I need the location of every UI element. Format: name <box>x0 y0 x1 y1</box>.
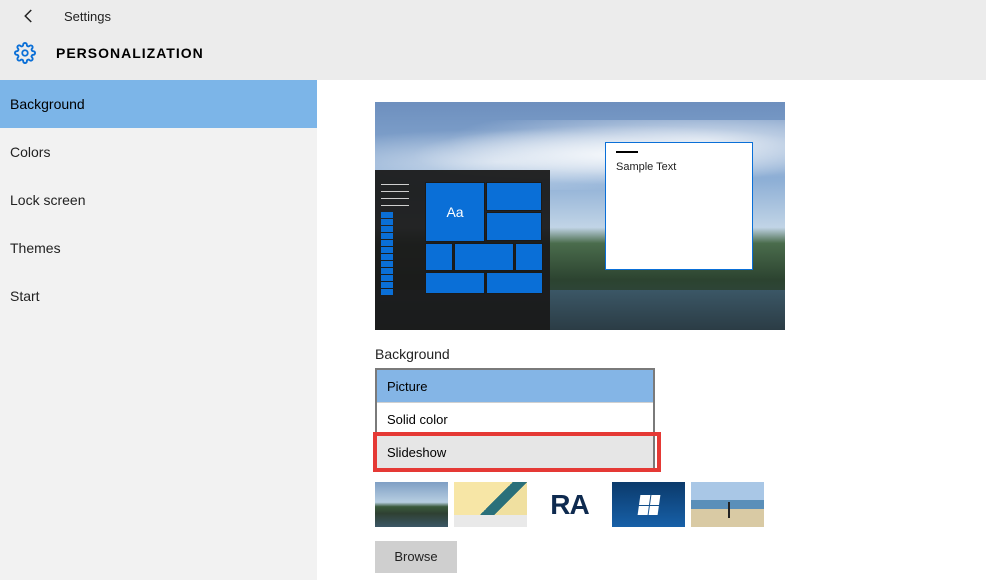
preview-tile <box>425 243 453 271</box>
gear-icon <box>14 42 36 64</box>
thumbnail[interactable] <box>612 482 685 527</box>
main: Background Colors Lock screen Themes Sta… <box>0 80 986 580</box>
thumbnail-text: RA <box>550 489 588 521</box>
sidebar-item-label: Start <box>10 288 40 304</box>
dropdown-option-label: Solid color <box>387 412 448 427</box>
thumbnail[interactable] <box>454 482 527 527</box>
preview-tile <box>454 243 514 271</box>
preview-tile <box>486 272 543 294</box>
dropdown-option-label: Slideshow <box>387 445 446 460</box>
picture-thumbnails: RA <box>375 482 986 527</box>
back-button[interactable] <box>18 5 40 27</box>
thumbnail[interactable] <box>375 482 448 527</box>
header-top: Settings <box>0 0 111 32</box>
desktop-preview: Aa Sample Text <box>375 102 785 330</box>
sidebar-item-label: Background <box>10 96 85 112</box>
windows-logo-icon <box>637 495 660 515</box>
preview-tile <box>486 182 542 211</box>
browse-label: Browse <box>394 549 437 564</box>
background-label: Background <box>375 346 986 362</box>
preview-tile <box>486 212 542 241</box>
sidebar-item-background[interactable]: Background <box>0 80 317 128</box>
preview-tile-aa: Aa <box>425 182 485 242</box>
preview-sample-bar <box>616 151 638 153</box>
preview-tiles: Aa <box>425 182 543 322</box>
sidebar-item-themes[interactable]: Themes <box>0 224 317 272</box>
preview-sample-window: Sample Text <box>605 142 753 270</box>
sidebar-item-colors[interactable]: Colors <box>0 128 317 176</box>
background-dropdown[interactable]: Picture Solid color Slideshow <box>375 368 655 470</box>
preview-blue-column <box>381 212 393 295</box>
header-section-row: PERSONALIZATION <box>0 42 204 64</box>
thumbnail[interactable]: RA <box>533 482 606 527</box>
dropdown-option-label: Picture <box>387 379 427 394</box>
browse-button[interactable]: Browse <box>375 541 457 573</box>
section-title: PERSONALIZATION <box>56 45 204 61</box>
preview-tile <box>425 272 485 294</box>
thumbnail[interactable] <box>691 482 764 527</box>
dropdown-option-solid-color[interactable]: Solid color <box>377 403 653 435</box>
dropdown-option-picture[interactable]: Picture <box>377 370 653 402</box>
sidebar-item-label: Colors <box>10 144 50 160</box>
sidebar: Background Colors Lock screen Themes Sta… <box>0 80 317 580</box>
preview-tile <box>515 243 543 271</box>
sidebar-item-start[interactable]: Start <box>0 272 317 320</box>
preview-tile-text: Aa <box>446 204 463 220</box>
sidebar-item-label: Themes <box>10 240 61 256</box>
sidebar-item-lock-screen[interactable]: Lock screen <box>0 176 317 224</box>
sidebar-item-label: Lock screen <box>10 192 85 208</box>
header: Settings PERSONALIZATION <box>0 0 986 80</box>
content: Aa Sample Text Background Picture Solid … <box>317 80 986 580</box>
preview-menu-lines <box>381 184 409 206</box>
dropdown-option-slideshow[interactable]: Slideshow <box>377 436 653 468</box>
preview-sample-text: Sample Text <box>616 161 742 173</box>
window-title: Settings <box>64 9 111 24</box>
